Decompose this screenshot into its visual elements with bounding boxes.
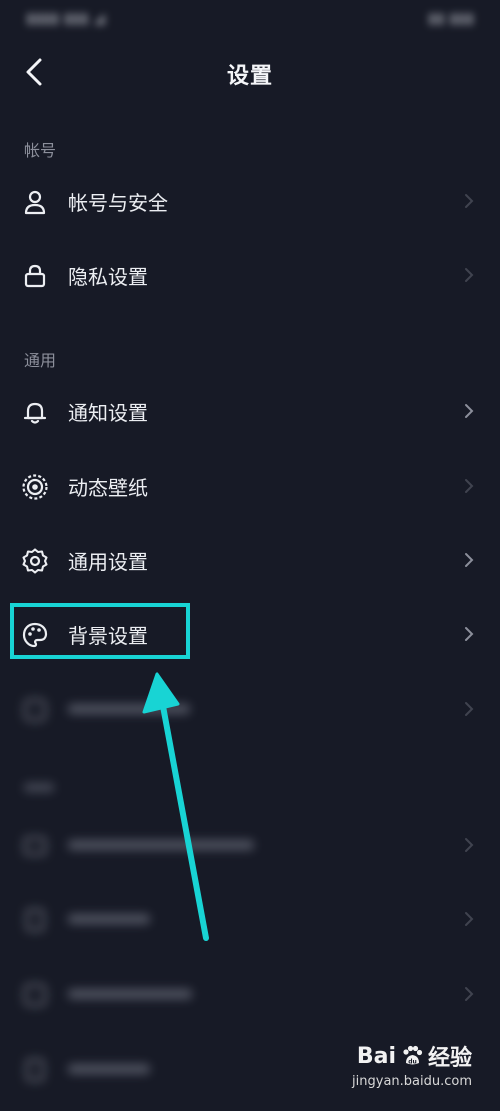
row-privacy[interactable]: 隐私设置	[0, 242, 500, 308]
chevron-right-icon	[462, 549, 476, 571]
blurred-label	[68, 1064, 150, 1074]
row-blurred[interactable]	[0, 676, 500, 742]
row-account-security[interactable]: 帐号与安全	[0, 168, 500, 234]
row-blurred[interactable]	[0, 961, 500, 1027]
chevron-right-icon	[462, 834, 476, 856]
section-label-general: 通用	[24, 351, 57, 370]
row-label: 动态壁纸	[68, 476, 148, 500]
chevron-right-icon	[462, 190, 476, 212]
blurred-icon	[20, 980, 50, 1010]
watermark-brand-left: Bai	[356, 1043, 396, 1069]
row-blurred[interactable]	[0, 812, 500, 878]
chevron-right-icon	[462, 264, 476, 286]
status-bar-right: ▮▮ ▮▮▮	[427, 9, 474, 27]
row-blurred[interactable]	[0, 886, 500, 952]
row-label: 帐号与安全	[68, 191, 168, 215]
page-title: 设置	[226, 64, 273, 89]
row-label: 通知设置	[68, 401, 148, 425]
status-bar: ▮▮▮▮ ▮▮▮ ◢ ▮▮ ▮▮▮	[0, 0, 500, 40]
chevron-right-icon	[462, 908, 476, 930]
highlight-box	[10, 603, 190, 659]
watermark-brand: Bai du 经验	[357, 1040, 472, 1072]
chevron-right-icon	[462, 698, 476, 720]
chevron-right-icon	[462, 400, 476, 422]
live-wallpaper-icon	[20, 472, 50, 502]
baidu-watermark: Bai du 经验 jingyan.baidu.com	[352, 1040, 472, 1090]
header: 设置	[0, 44, 500, 104]
blurred-label	[68, 989, 192, 999]
blurred-icon	[20, 1055, 50, 1085]
paw-icon: du	[403, 1045, 423, 1066]
bell-icon	[20, 397, 50, 427]
status-bar-left: ▮▮▮▮ ▮▮▮ ◢	[26, 9, 105, 27]
blurred-icon	[20, 695, 50, 725]
chevron-right-icon	[462, 623, 476, 645]
row-label: 隐私设置	[68, 265, 148, 289]
row-general-settings[interactable]: 通用设置	[0, 527, 500, 593]
chevron-right-icon	[462, 475, 476, 497]
watermark-brand-right: 经验	[427, 1046, 472, 1071]
blurred-section-label	[24, 783, 54, 792]
blurred-label	[68, 704, 190, 714]
section-label-account: 帐号	[24, 141, 57, 160]
lock-icon	[20, 261, 50, 291]
blurred-label	[68, 840, 254, 850]
user-icon	[20, 187, 50, 217]
gear-icon	[20, 546, 50, 576]
watermark-url: jingyan.baidu.com	[352, 1074, 472, 1089]
svg-text:du: du	[408, 1059, 417, 1066]
row-wallpaper[interactable]: 动态壁纸	[0, 453, 500, 519]
blurred-label	[68, 914, 150, 924]
chevron-right-icon	[462, 983, 476, 1005]
row-notification[interactable]: 通知设置	[0, 378, 500, 444]
blurred-icon	[20, 831, 50, 861]
blurred-icon	[20, 905, 50, 935]
row-label: 通用设置	[68, 550, 148, 574]
